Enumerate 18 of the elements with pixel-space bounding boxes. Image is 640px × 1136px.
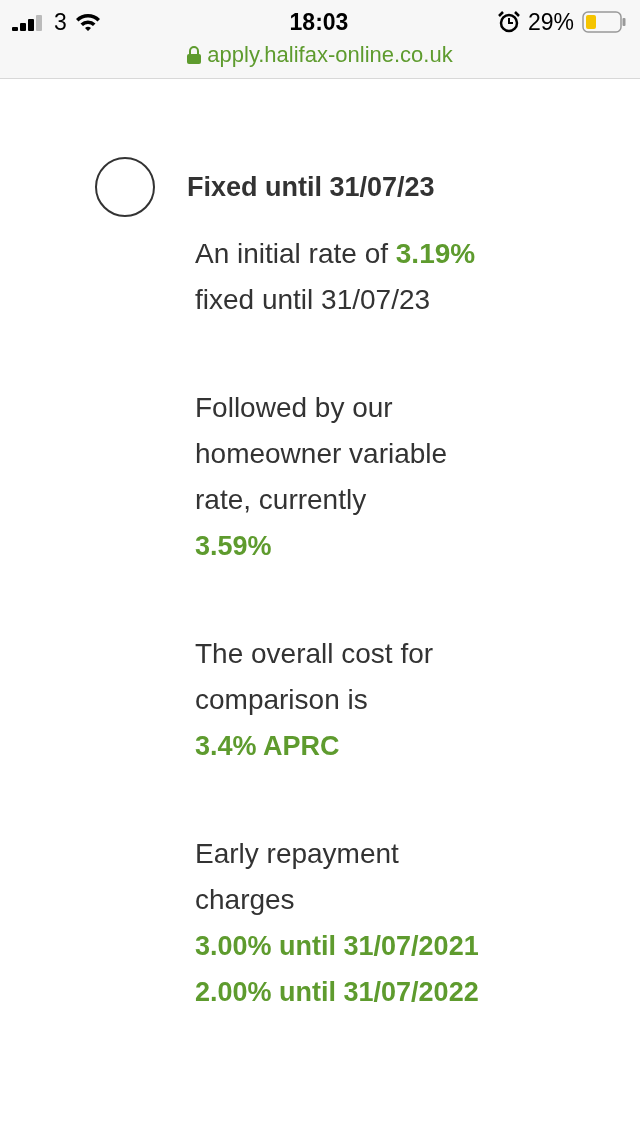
battery-icon [582,11,626,33]
radio-button[interactable] [95,157,155,217]
deal-title: Fixed until 31/07/23 [187,171,435,203]
alarm-clock-icon [497,11,520,33]
battery-percent: 29% [527,8,574,36]
feature-text: Early repayment charges [195,837,400,917]
feature-value: 3.4% APRC [195,730,341,763]
carrier-name: 3 [54,8,67,36]
clock-time: 18:03 [289,8,349,36]
wifi-icon [74,12,101,32]
feature-value: 2.00% until 31/07/2022 [195,976,480,1009]
feature-text: Followed by our homeowner variable rate, currently [195,391,449,517]
feature-value: 3.00% until 31/07/2021 [195,930,480,963]
address-bar-url[interactable]: apply.halifax-online.co.uk [207,42,453,68]
lock-icon [187,46,202,64]
feature-text: The overall cost for comparison is [195,637,435,717]
feature-text: An initial rate of 3.19% fixed until 31/07/23 [195,237,477,317]
feature-value: 3.59% [195,530,273,563]
